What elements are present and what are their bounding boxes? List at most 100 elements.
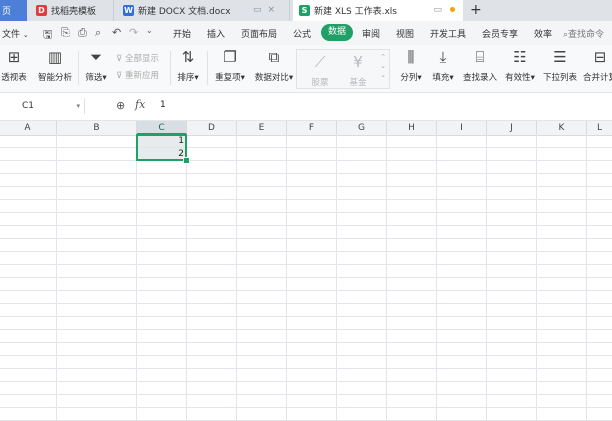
column-header-e[interactable]: E — [237, 121, 287, 135]
stock-chart-icon: ⟋ — [314, 53, 326, 71]
menu-efficiency[interactable]: 效率 — [534, 27, 552, 40]
consolidate-button[interactable]: ⊟ 合并计算 — [582, 47, 612, 83]
tab-home-label: 页 — [2, 7, 12, 17]
command-search-label: 查找命令 — [568, 30, 605, 40]
duplicates-button[interactable]: ❐ 重复项▾ — [212, 47, 248, 83]
unsaved-dot-icon — [450, 7, 455, 12]
dropdown-list-icon: ☰ — [553, 48, 567, 66]
fund-button[interactable]: ¥ 基金 — [341, 52, 375, 88]
menu-formula[interactable]: 公式 — [293, 27, 311, 40]
formula-bar: C1 ▾ ⊕ fx 1 — [0, 93, 612, 121]
column-header-b[interactable]: B — [57, 121, 137, 135]
column-header-k[interactable]: K — [537, 121, 587, 135]
qat-more-icon[interactable]: ⌄ — [146, 26, 153, 35]
column-header-g[interactable]: G — [337, 121, 387, 135]
dropdown-list-label: 下拉列表 — [542, 73, 577, 83]
tab-docx-controls: ▭× — [253, 5, 281, 15]
validity-icon: ☷ — [513, 48, 527, 66]
filter-label: 筛选▾ — [85, 73, 107, 83]
chevron-down-icon: ⌄ — [22, 31, 29, 39]
scroll-arrows-icon[interactable]: ⌃ ⌄ ⌄ — [380, 53, 386, 80]
menu-insert[interactable]: 插入 — [207, 27, 225, 40]
preview-icon[interactable]: ⌕ — [95, 26, 101, 40]
stock-label: 股票 — [311, 78, 329, 88]
consolidate-label: 合并计算 — [582, 73, 612, 83]
name-box[interactable]: C1 ▾ — [0, 98, 85, 114]
formula-input[interactable]: 1 — [160, 100, 166, 110]
zoom-icon[interactable]: ⊕ — [116, 99, 125, 112]
tab-xls-label: 新建 XLS 工作表.xls — [314, 7, 397, 17]
tab-template[interactable]: D 找稻壳模板 — [30, 0, 114, 21]
show-all-label: 全部显示 — [124, 54, 159, 64]
filter-button[interactable]: ⏷ 筛选▾ — [82, 47, 110, 83]
menu-view[interactable]: 视图 — [396, 27, 414, 40]
undo-icon[interactable]: ↶ — [112, 26, 121, 39]
column-header-h[interactable]: H — [387, 121, 437, 135]
pivot-table-label: 透视表 — [1, 73, 27, 83]
sort-button[interactable]: ⇅ 排序▾ — [173, 47, 203, 83]
column-header-c[interactable]: C — [137, 121, 187, 135]
smart-analysis-button[interactable]: ▥ 智能分析 — [35, 47, 75, 83]
selection-border — [136, 134, 187, 161]
tab-xls-controls: ▭ — [433, 5, 455, 15]
fx-icon[interactable]: fx — [135, 98, 145, 111]
dropdown-list-button[interactable]: ☰ 下拉列表 — [541, 47, 579, 83]
reapply-button[interactable]: ⊽ 重新应用 — [116, 69, 159, 81]
data-compare-button[interactable]: ⧉ 数据对比▾ — [252, 47, 296, 83]
ribbon-data: ⊞ 透视表 ▥ 智能分析 ⏷ 筛选▾ ⊽ 全部显示 ⊽ 重新应用 ⇅ 排序▾ ❐… — [0, 45, 612, 93]
docer-icon: D — [36, 5, 47, 16]
menu-review[interactable]: 审阅 — [362, 27, 380, 40]
column-header-i[interactable]: I — [437, 121, 487, 135]
fund-label: 基金 — [349, 78, 367, 88]
new-tab-button[interactable]: + — [470, 2, 482, 18]
split-column-label: 分列▾ — [400, 73, 422, 83]
column-header-f[interactable]: F — [287, 121, 337, 135]
yen-icon: ¥ — [353, 53, 363, 71]
screen-icon[interactable]: ▭ — [253, 5, 268, 15]
data-compare-icon: ⧉ — [268, 48, 280, 66]
tab-xls[interactable]: S 新建 XLS 工作表.xls ▭ — [293, 0, 463, 21]
export-icon[interactable]: ⎘ — [61, 26, 70, 40]
chevron-down-icon[interactable]: ▾ — [76, 98, 80, 114]
fill-button[interactable]: ⤓ 填充▾ — [428, 47, 458, 83]
stock-fund-group: ⟋ 股票 ¥ 基金 ⌃ ⌄ ⌄ — [296, 49, 390, 89]
smart-analysis-label: 智能分析 — [37, 73, 72, 83]
fill-down-icon: ⤓ — [439, 48, 447, 66]
tab-bar: 页 D 找稻壳模板 W 新建 DOCX 文档.docx ▭× S 新建 XLS … — [0, 0, 612, 21]
validity-label: 有效性▾ — [505, 73, 535, 83]
menu-data[interactable]: 数据 — [321, 24, 353, 41]
menu-page-layout[interactable]: 页面布局 — [241, 27, 277, 40]
column-header-a[interactable]: A — [0, 121, 57, 135]
spreadsheet-grid[interactable] — [0, 135, 612, 421]
print-icon[interactable]: ⎙ — [78, 26, 87, 40]
tab-docx[interactable]: W 新建 DOCX 文档.docx ▭× — [117, 0, 290, 21]
sort-icon: ⇅ — [181, 48, 195, 66]
validity-button[interactable]: ☷ 有效性▾ — [502, 47, 538, 83]
show-all-button[interactable]: ⊽ 全部显示 — [116, 52, 159, 64]
save-icon[interactable]: 🖫 — [43, 26, 52, 45]
redo-icon[interactable]: ↷ — [129, 26, 138, 39]
column-header-d[interactable]: D — [187, 121, 237, 135]
menu-start[interactable]: 开始 — [173, 27, 191, 40]
stock-button[interactable]: ⟋ 股票 — [303, 52, 337, 88]
column-header-j[interactable]: J — [487, 121, 537, 135]
menu-file[interactable]: 文件 ⌄ — [2, 27, 29, 40]
menu-developer[interactable]: 开发工具 — [430, 27, 466, 40]
close-icon[interactable]: × — [267, 5, 281, 15]
fill-handle[interactable] — [183, 157, 190, 164]
fill-label: 填充▾ — [432, 73, 454, 83]
lookup-entry-button[interactable]: ⌸ 查找录入 — [461, 47, 499, 83]
menu-member[interactable]: 会员专享 — [482, 27, 518, 40]
smart-analysis-icon: ▥ — [47, 48, 63, 66]
screen-icon[interactable]: ▭ — [433, 5, 450, 15]
tab-home[interactable]: 页 — [0, 0, 27, 21]
lookup-icon: ⌸ — [475, 48, 485, 66]
filter-icon: ⏷ — [89, 48, 102, 66]
command-search[interactable]: ⌕查找命令 — [563, 27, 604, 40]
sort-label: 排序▾ — [177, 73, 199, 83]
split-column-button[interactable]: ⫼ 分列▾ — [396, 47, 426, 83]
column-header-l[interactable]: L — [587, 121, 612, 135]
pivot-table-button[interactable]: ⊞ 透视表 — [0, 47, 32, 83]
consolidate-icon: ⊟ — [593, 48, 607, 66]
lookup-label: 查找录入 — [462, 73, 497, 83]
